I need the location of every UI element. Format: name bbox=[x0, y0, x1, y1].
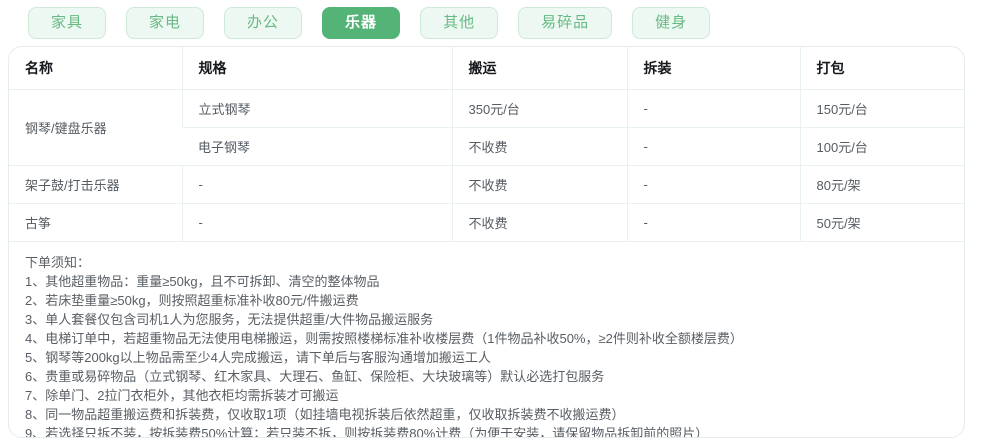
table-row: 架子鼓/打击乐器 - 不收费 - 80元/架 bbox=[9, 165, 964, 204]
tab-other[interactable]: 其他 bbox=[420, 7, 499, 39]
disassembly-cell: - bbox=[626, 89, 800, 128]
disassembly-cell: - bbox=[626, 203, 800, 242]
pack-fee-cell: 80元/架 bbox=[799, 165, 964, 204]
item-name-cell: 钢琴/键盘乐器 bbox=[9, 89, 182, 166]
note-line: 7、除单门、2拉门衣柜外，其他衣柜均需拆装才可搬运 bbox=[25, 388, 339, 403]
pack-fee-cell: 100元/台 bbox=[799, 127, 964, 166]
table-row: 钢琴/键盘乐器 立式钢琴 350元/台 - 150元/台 bbox=[9, 89, 964, 166]
disassembly-cell: - bbox=[626, 165, 800, 204]
spec-cell: 电子钢琴 bbox=[182, 127, 452, 166]
tab-fitness[interactable]: 健身 bbox=[632, 7, 711, 39]
pack-fee-cell: 150元/台 bbox=[799, 89, 964, 128]
column-header-spec: 规格 bbox=[181, 47, 452, 90]
column-header-name: 名称 bbox=[9, 47, 182, 90]
column-header-move: 搬运 bbox=[451, 47, 627, 90]
note-line: 1、其他超重物品：重量≥50kg，且不可拆卸、清空的整体物品 bbox=[25, 274, 380, 289]
move-fee-cell: 不收费 bbox=[451, 203, 627, 242]
spec-cell: 立式钢琴 bbox=[181, 89, 452, 128]
column-header-pack: 打包 bbox=[799, 47, 964, 90]
notes-title: 下单须知： bbox=[25, 255, 91, 270]
note-line: 6、贵重或易碎物品（立式钢琴、红木家具、大理石、鱼缸、保险柜、大块玻璃等）默认必… bbox=[25, 369, 605, 384]
pack-fee-cell: 50元/架 bbox=[799, 203, 964, 242]
note-line: 3、单人套餐仅包含司机1人为您服务，无法提供超重/大件物品搬运服务 bbox=[25, 312, 434, 327]
category-tabs: 家具 家电 办公 乐器 其他 易碎品 健身 bbox=[0, 0, 989, 39]
tab-furniture[interactable]: 家具 bbox=[28, 7, 107, 39]
disassembly-cell: - bbox=[626, 127, 800, 166]
spec-cell: - bbox=[181, 165, 452, 204]
note-line: 8、同一物品超重搬运费和拆装费，仅收取1项（如挂墙电视拆装后依然超重，仅收取拆装… bbox=[25, 407, 625, 422]
note-line: 4、电梯订单中，若超重物品无法使用电梯搬运，则需按照楼梯标准补收楼层费（1件物品… bbox=[25, 331, 743, 346]
note-line: 2、若床垫重量≥50kg，则按照超重标准补收80元/件搬运费 bbox=[25, 293, 359, 308]
order-notes: 下单须知： 1、其他超重物品：重量≥50kg，且不可拆卸、清空的整体物品 2、若… bbox=[9, 242, 964, 438]
note-line: 5、钢琴等200kg以上物品需至少4人完成搬运，请下单后与客服沟通增加搬运工人 bbox=[25, 350, 491, 365]
pricing-panel: 名称 规格 搬运 拆装 打包 钢琴/键盘乐器 立式钢琴 350元/台 - 150… bbox=[8, 46, 965, 438]
move-fee-cell: 不收费 bbox=[451, 165, 627, 204]
item-name-cell: 古筝 bbox=[9, 203, 182, 242]
spec-cell: - bbox=[181, 203, 452, 242]
pricing-table: 名称 规格 搬运 拆装 打包 钢琴/键盘乐器 立式钢琴 350元/台 - 150… bbox=[9, 47, 964, 242]
column-header-disassembly: 拆装 bbox=[626, 47, 800, 90]
move-fee-cell: 350元/台 bbox=[451, 89, 627, 128]
table-header-row: 名称 规格 搬运 拆装 打包 bbox=[9, 47, 964, 90]
tab-instruments[interactable]: 乐器 bbox=[322, 7, 401, 39]
tab-fragile[interactable]: 易碎品 bbox=[518, 7, 613, 39]
tab-appliances[interactable]: 家电 bbox=[126, 7, 205, 39]
item-name-cell: 架子鼓/打击乐器 bbox=[9, 165, 182, 204]
moving-service-pricing-page: 家具 家电 办公 乐器 其他 易碎品 健身 名称 规格 搬运 拆装 打包 钢琴/… bbox=[0, 0, 989, 448]
tab-office[interactable]: 办公 bbox=[224, 7, 303, 39]
move-fee-cell: 不收费 bbox=[451, 127, 627, 166]
note-line: 9、若选择只拆不装，按拆装费50%计算；若只装不拆，则按拆装费80%计费（为便于… bbox=[25, 426, 709, 438]
table-row: 古筝 - 不收费 - 50元/架 bbox=[9, 203, 964, 242]
